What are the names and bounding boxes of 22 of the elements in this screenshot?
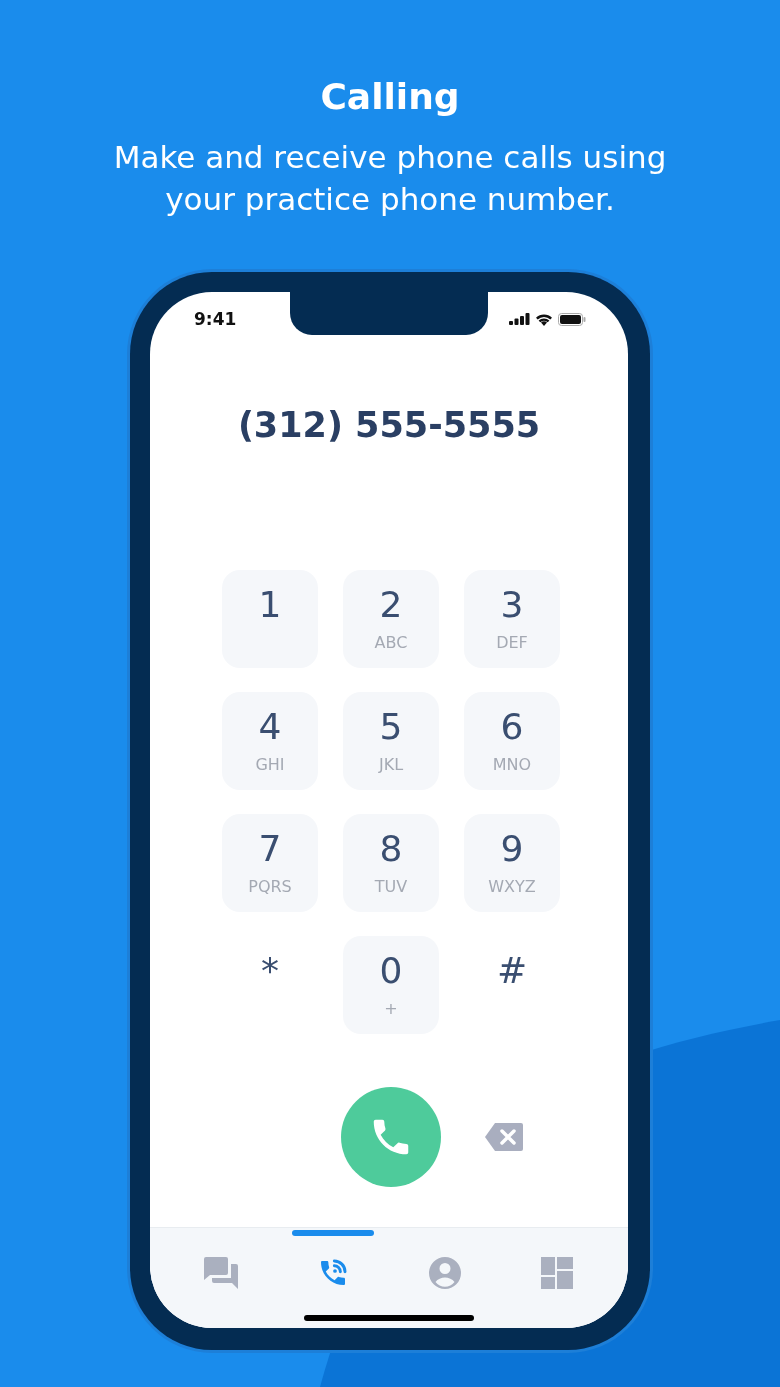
person-icon [429,1257,461,1289]
page-title: Calling [320,75,460,119]
keypad-key[interactable]: 3 DEF [464,570,560,668]
page-subtitle: Make and receive phone calls using your practice phone number. [112,138,668,219]
keypad-key[interactable]: * [222,936,318,1034]
dashboard-icon [541,1257,573,1289]
battery-icon [558,312,586,326]
wifi-icon [535,312,553,326]
keypad-key[interactable]: 4 GHI [222,692,318,790]
keypad-key[interactable]: 5 JKL [343,692,439,790]
keypad-key[interactable]: 1 [222,570,318,668]
keypad-key[interactable]: 8 TUV [343,814,439,912]
keypad-key[interactable]: 2 ABC [343,570,439,668]
status-time: 9:41 [194,309,237,329]
keypad-key[interactable]: # [464,936,560,1034]
chat-icon [204,1257,238,1289]
phone-number: (312) 555-5555 [236,404,542,447]
keypad-key[interactable]: 0 + [343,936,439,1034]
keypad-key[interactable]: 7 PQRS [222,814,318,912]
keypad-key[interactable]: 6 MNO [464,692,560,790]
signal-icon [509,313,530,325]
keypad-key[interactable]: 9 WXYZ [464,814,560,912]
